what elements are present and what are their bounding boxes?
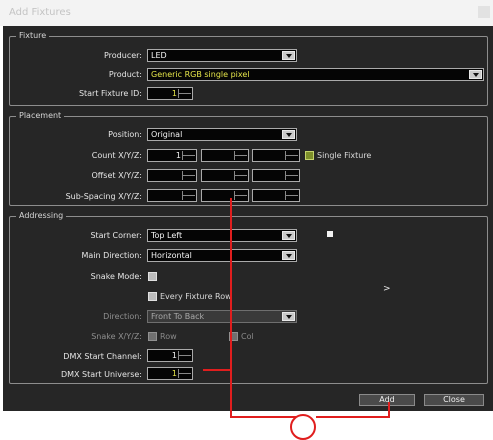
spinner-arrows-icon[interactable] <box>178 89 191 98</box>
direction-value: Front To Back <box>151 312 205 321</box>
count-y-spinner[interactable] <box>201 149 249 162</box>
close-icon[interactable] <box>478 6 490 18</box>
position-label: Position: <box>108 130 142 139</box>
sub-spacing-y-spinner[interactable] <box>201 189 249 202</box>
spinner-arrows-icon[interactable] <box>182 191 195 200</box>
spinner-arrows-icon[interactable] <box>234 171 247 180</box>
start-corner-select[interactable]: Top Left <box>147 229 297 242</box>
snake-y-label: Col <box>241 332 254 341</box>
dmx-start-universe-value: 1 <box>171 369 177 378</box>
dmx-start-universe-spinner[interactable]: 1 <box>147 367 193 380</box>
product-value: Generic RGB single pixel <box>151 70 250 79</box>
dmx-start-channel-label: DMX Start Channel: <box>63 352 142 361</box>
offset-y-spinner[interactable] <box>201 169 249 182</box>
start-corner-label: Start Corner: <box>90 231 142 240</box>
dmx-start-universe-label: DMX Start Universe: <box>60 370 142 379</box>
snake-mode-checkbox[interactable] <box>148 272 157 281</box>
single-fixture-label: Single Fixture <box>317 151 372 160</box>
start-corner-value: Top Left <box>151 231 183 240</box>
add-fixtures-dialog: Fixture Producer: LED Product: Generic R… <box>3 26 493 411</box>
product-select[interactable]: Generic RGB single pixel <box>147 68 484 81</box>
fixture-group-title: Fixture <box>16 31 50 41</box>
spinner-arrows-icon[interactable] <box>285 171 298 180</box>
placement-group-title: Placement <box>16 111 65 121</box>
spinner-arrows-icon[interactable] <box>182 151 195 160</box>
annotation-line-vertical-left <box>230 198 232 417</box>
producer-select[interactable]: LED <box>147 49 297 62</box>
window-title: Add Fixtures <box>9 7 71 18</box>
addressing-group-title: Addressing <box>16 211 67 221</box>
snake-x-checkbox[interactable] <box>148 332 157 341</box>
count-xyz-label: Count X/Y/Z: <box>91 151 142 160</box>
close-button[interactable]: Close <box>424 394 484 406</box>
spinner-arrows-icon[interactable] <box>285 191 298 200</box>
direction-label: Direction: <box>103 312 142 321</box>
snake-x-label: Row <box>160 332 177 341</box>
offset-xyz-label: Offset X/Y/Z: <box>91 171 142 180</box>
main-direction-label: Main Direction: <box>81 251 142 260</box>
spinner-arrows-icon[interactable] <box>234 151 247 160</box>
position-select[interactable]: Original <box>147 128 297 141</box>
chevron-down-icon <box>282 231 295 240</box>
snake-xyz-label: Snake X/Y/Z: <box>91 332 142 341</box>
spinner-arrows-icon[interactable] <box>178 351 191 360</box>
producer-label: Producer: <box>103 51 142 60</box>
offset-z-spinner[interactable] <box>252 169 300 182</box>
sub-spacing-x-spinner[interactable] <box>147 189 197 202</box>
single-fixture-checkbox[interactable] <box>305 151 314 160</box>
snake-mode-label: Snake Mode: <box>90 272 142 281</box>
direction-select[interactable]: Front To Back <box>147 310 297 323</box>
title-bar: Add Fixtures <box>0 0 493 26</box>
annotation-circle <box>290 414 316 440</box>
chevron-down-icon <box>282 51 295 60</box>
producer-value: LED <box>151 51 167 60</box>
spinner-arrows-icon[interactable] <box>178 369 191 378</box>
spinner-arrows-icon[interactable] <box>182 171 195 180</box>
stray-square-mark <box>327 231 333 237</box>
count-x-spinner[interactable]: 1 <box>147 149 197 162</box>
chevron-down-icon <box>282 130 295 139</box>
annotation-line-to-universe <box>203 369 231 371</box>
count-z-spinner[interactable] <box>252 149 300 162</box>
start-fixture-id-label: Start Fixture ID: <box>78 89 142 98</box>
every-fixture-row-checkbox[interactable] <box>148 292 157 301</box>
dmx-start-channel-value: 1 <box>171 351 177 360</box>
chevron-down-icon <box>282 251 295 260</box>
every-fixture-row-label: Every Fixture Row <box>160 292 232 301</box>
count-x-value: 1 <box>175 151 181 160</box>
sub-spacing-z-spinner[interactable] <box>252 189 300 202</box>
sub-spacing-xyz-label: Sub-Spacing X/Y/Z: <box>65 192 142 201</box>
position-value: Original <box>151 130 183 139</box>
annotation-line-bottom-right <box>316 416 390 418</box>
spinner-arrows-icon[interactable] <box>234 191 247 200</box>
start-fixture-id-spinner[interactable]: 1 <box>147 87 193 100</box>
main-direction-value: Horizontal <box>151 251 192 260</box>
dmx-start-channel-spinner[interactable]: 1 <box>147 349 193 362</box>
add-button[interactable]: Add <box>359 394 415 406</box>
product-label: Product: <box>108 70 142 79</box>
start-fixture-id-value: 1 <box>171 89 177 98</box>
main-direction-select[interactable]: Horizontal <box>147 249 297 262</box>
stray-arrow-mark: > <box>383 284 391 294</box>
chevron-down-icon <box>469 70 482 79</box>
annotation-line-bottom <box>230 416 302 418</box>
spinner-arrows-icon[interactable] <box>285 151 298 160</box>
offset-x-spinner[interactable] <box>147 169 197 182</box>
chevron-down-icon <box>282 312 295 321</box>
